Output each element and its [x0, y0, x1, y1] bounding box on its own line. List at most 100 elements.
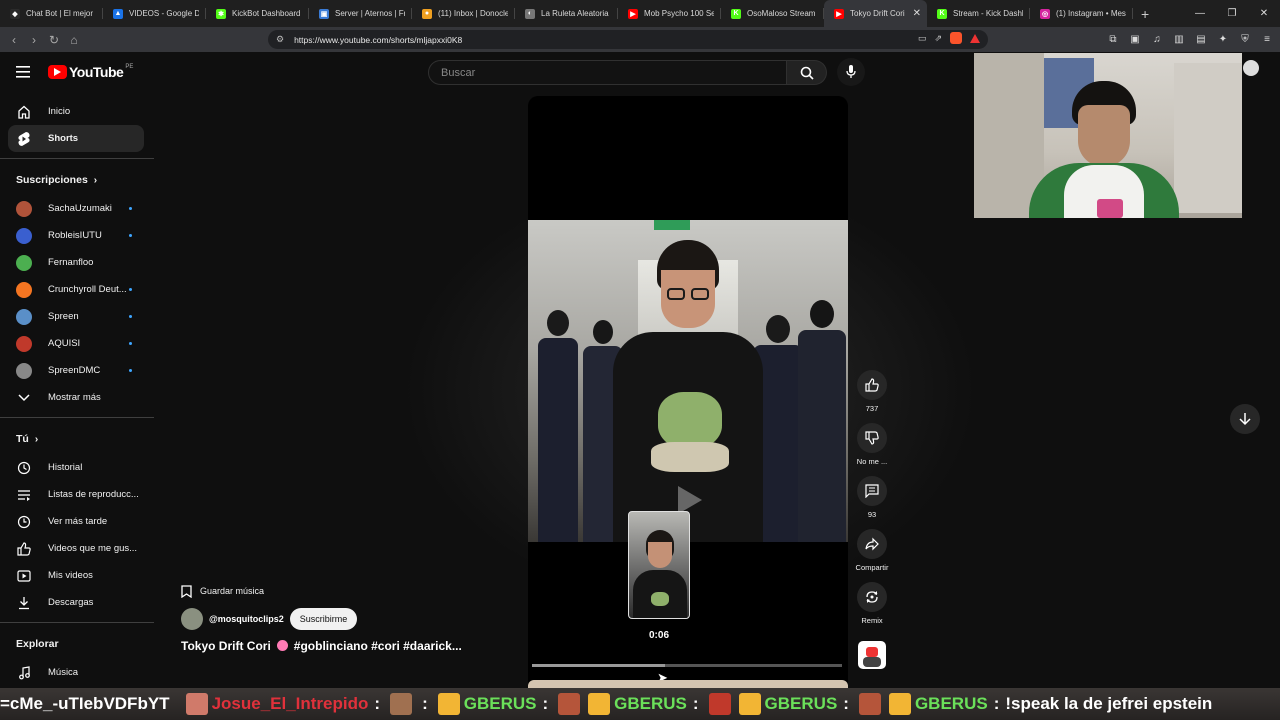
- browser-tab[interactable]: ● (11) Inbox | Donocle: [412, 0, 515, 27]
- home-button[interactable]: ⌂: [64, 27, 84, 52]
- media-control-icon[interactable]: ♫: [1150, 32, 1164, 46]
- next-short-button[interactable]: [1230, 404, 1260, 434]
- webcam-object: [1097, 199, 1123, 218]
- search-input[interactable]: Buscar: [428, 60, 787, 85]
- shorts-icon: [16, 131, 32, 147]
- browser-tab[interactable]: ◆ Chat Bot | El mejor: [0, 0, 103, 27]
- youtube-logo[interactable]: YouTube PE: [48, 64, 133, 80]
- browser-tab[interactable]: ◐ La Ruleta Aleatoria: [515, 0, 618, 27]
- subscription-item[interactable]: SachaUzumaki: [0, 195, 154, 222]
- channel-avatar: [16, 308, 32, 325]
- maximize-button[interactable]: ❐: [1216, 0, 1248, 27]
- subscription-item[interactable]: AQUISI: [0, 330, 154, 357]
- student-figure: [538, 310, 578, 542]
- browser-tab[interactable]: ▲ VIDEOS - Google Drive: [103, 0, 206, 27]
- brave-shields-icon[interactable]: [950, 32, 962, 44]
- tab-favicon-icon: ●: [422, 8, 432, 19]
- voice-search-button[interactable]: [837, 58, 865, 86]
- minimize-button[interactable]: —: [1184, 0, 1216, 27]
- browser-tab[interactable]: ✱ KickBot Dashboard: [206, 0, 309, 27]
- browser-tab[interactable]: ▣ Server | Aternos | Free: [309, 0, 412, 27]
- channel-avatar[interactable]: [181, 608, 203, 630]
- short-title-text: Tokyo Drift Cori: [181, 639, 271, 653]
- subscription-item[interactable]: SpreenDMC: [0, 357, 154, 384]
- sidebar-item-inicio[interactable]: Inicio: [0, 98, 154, 125]
- hamburger-menu-icon[interactable]: [16, 66, 30, 78]
- subscribe-button[interactable]: Suscribirme: [289, 608, 358, 630]
- back-button[interactable]: ‹: [4, 27, 24, 52]
- subscription-item[interactable]: Fernanfloo: [0, 249, 154, 276]
- leo-ai-icon[interactable]: ✦: [1216, 32, 1230, 46]
- sidebar-toggle-icon[interactable]: ▥: [1172, 32, 1186, 46]
- sidebar-item-liked-videos[interactable]: Videos que me gus...: [0, 535, 154, 562]
- search-button[interactable]: [787, 60, 827, 85]
- screenshot-icon[interactable]: ▣: [1128, 32, 1142, 46]
- watch-later-icon: [16, 514, 32, 530]
- sidebar-item-downloads[interactable]: Descargas: [0, 589, 154, 616]
- ticker-username: GBERUS: [914, 694, 988, 713]
- browser-tab[interactable]: ▶ Mob Psycho 100 Se: [618, 0, 721, 27]
- subscriptions-heading[interactable]: Suscripciones ›: [0, 165, 154, 195]
- subscription-item[interactable]: RobleisIUTU: [0, 222, 154, 249]
- ticker-username: GBERUS: [614, 694, 687, 713]
- sidebar-item-history[interactable]: Historial: [0, 454, 154, 481]
- account-avatar[interactable]: [1243, 60, 1259, 76]
- sidebar-item-music[interactable]: Música: [0, 659, 154, 686]
- close-window-button[interactable]: ✕: [1248, 0, 1280, 27]
- short-hashtags: #goblinciano #cori #daarick...: [293, 639, 462, 653]
- sidebar-item-label: Descargas: [48, 597, 94, 608]
- url-text: https://www.youtube.com/shorts/mljapxxi0…: [294, 34, 463, 45]
- channel-avatar: [16, 335, 32, 352]
- you-heading[interactable]: Tú ›: [0, 424, 154, 454]
- reload-button[interactable]: ↻: [44, 27, 64, 52]
- ticker-separator: :: [993, 694, 1000, 713]
- liked-videos-icon: [16, 541, 32, 557]
- sound-thumbnail[interactable]: [858, 641, 886, 669]
- comments-button[interactable]: [857, 476, 887, 506]
- wallet-icon[interactable]: ▤: [1194, 32, 1208, 46]
- vpn-icon[interactable]: ⛨: [1238, 32, 1252, 46]
- install-app-icon[interactable]: ▭: [918, 33, 927, 44]
- short-title[interactable]: Tokyo Drift Cori #goblinciano #cori #daar…: [181, 639, 462, 653]
- bookmark-icon: [181, 584, 192, 598]
- forward-button[interactable]: ›: [24, 27, 44, 52]
- home-icon: [16, 104, 32, 120]
- dislike-button[interactable]: [857, 423, 887, 453]
- emote-icon: [558, 693, 581, 715]
- show-more-button[interactable]: Mostrar más: [0, 384, 154, 411]
- save-music-button[interactable]: Guardar música: [181, 580, 264, 602]
- browser-tab[interactable]: ▶ Tokyo Drift Cori ✕: [824, 0, 927, 27]
- sidebar-item-shorts[interactable]: Shorts: [8, 125, 144, 152]
- sidebar-item-label: Ver más tarde: [48, 516, 108, 527]
- new-tab-button[interactable]: +: [1141, 6, 1149, 22]
- channel-name[interactable]: @mosquitoclips2: [209, 614, 284, 624]
- channel-avatar: [16, 254, 32, 271]
- site-info-icon[interactable]: ⚙: [276, 34, 284, 45]
- divider: [0, 622, 154, 623]
- window-controls: — ❐ ✕: [1184, 0, 1280, 27]
- browser-tab[interactable]: ◎ (1) Instagram • Messages: [1030, 0, 1133, 27]
- extensions-icon[interactable]: ⧉: [1106, 32, 1120, 46]
- channel-row: @mosquitoclips2 Suscribirme: [181, 608, 358, 630]
- menu-icon[interactable]: ≡: [1260, 32, 1274, 46]
- comments-action: 93: [852, 476, 892, 519]
- progress-bar[interactable]: [532, 664, 842, 667]
- share-page-icon[interactable]: ⇗: [934, 33, 942, 44]
- sidebar-item-playlists[interactable]: Listas de reproducc...: [0, 481, 154, 508]
- brave-rewards-icon[interactable]: [970, 33, 980, 43]
- remix-button[interactable]: [857, 582, 887, 612]
- downloads-icon: [16, 595, 32, 611]
- subscription-item[interactable]: Crunchyroll Deut...: [0, 276, 154, 303]
- browser-tab[interactable]: K OsoMaloso Stream: [721, 0, 824, 27]
- sidebar-item-my-videos[interactable]: Mis videos: [0, 562, 154, 589]
- subscription-item[interactable]: Spreen: [0, 303, 154, 330]
- close-tab-icon[interactable]: ✕: [913, 8, 921, 19]
- sidebar-item-watch-later[interactable]: Ver más tarde: [0, 508, 154, 535]
- thumbs-down-icon: [865, 431, 879, 445]
- ticker-username: GBERUS: [764, 694, 838, 713]
- share-button[interactable]: [857, 529, 887, 559]
- like-button[interactable]: [857, 370, 887, 400]
- address-bar[interactable]: ⚙ https://www.youtube.com/shorts/mljapxx…: [268, 30, 988, 49]
- share-label: Compartir: [855, 563, 889, 572]
- browser-tab[interactable]: K Stream - Kick Dashboard: [927, 0, 1030, 27]
